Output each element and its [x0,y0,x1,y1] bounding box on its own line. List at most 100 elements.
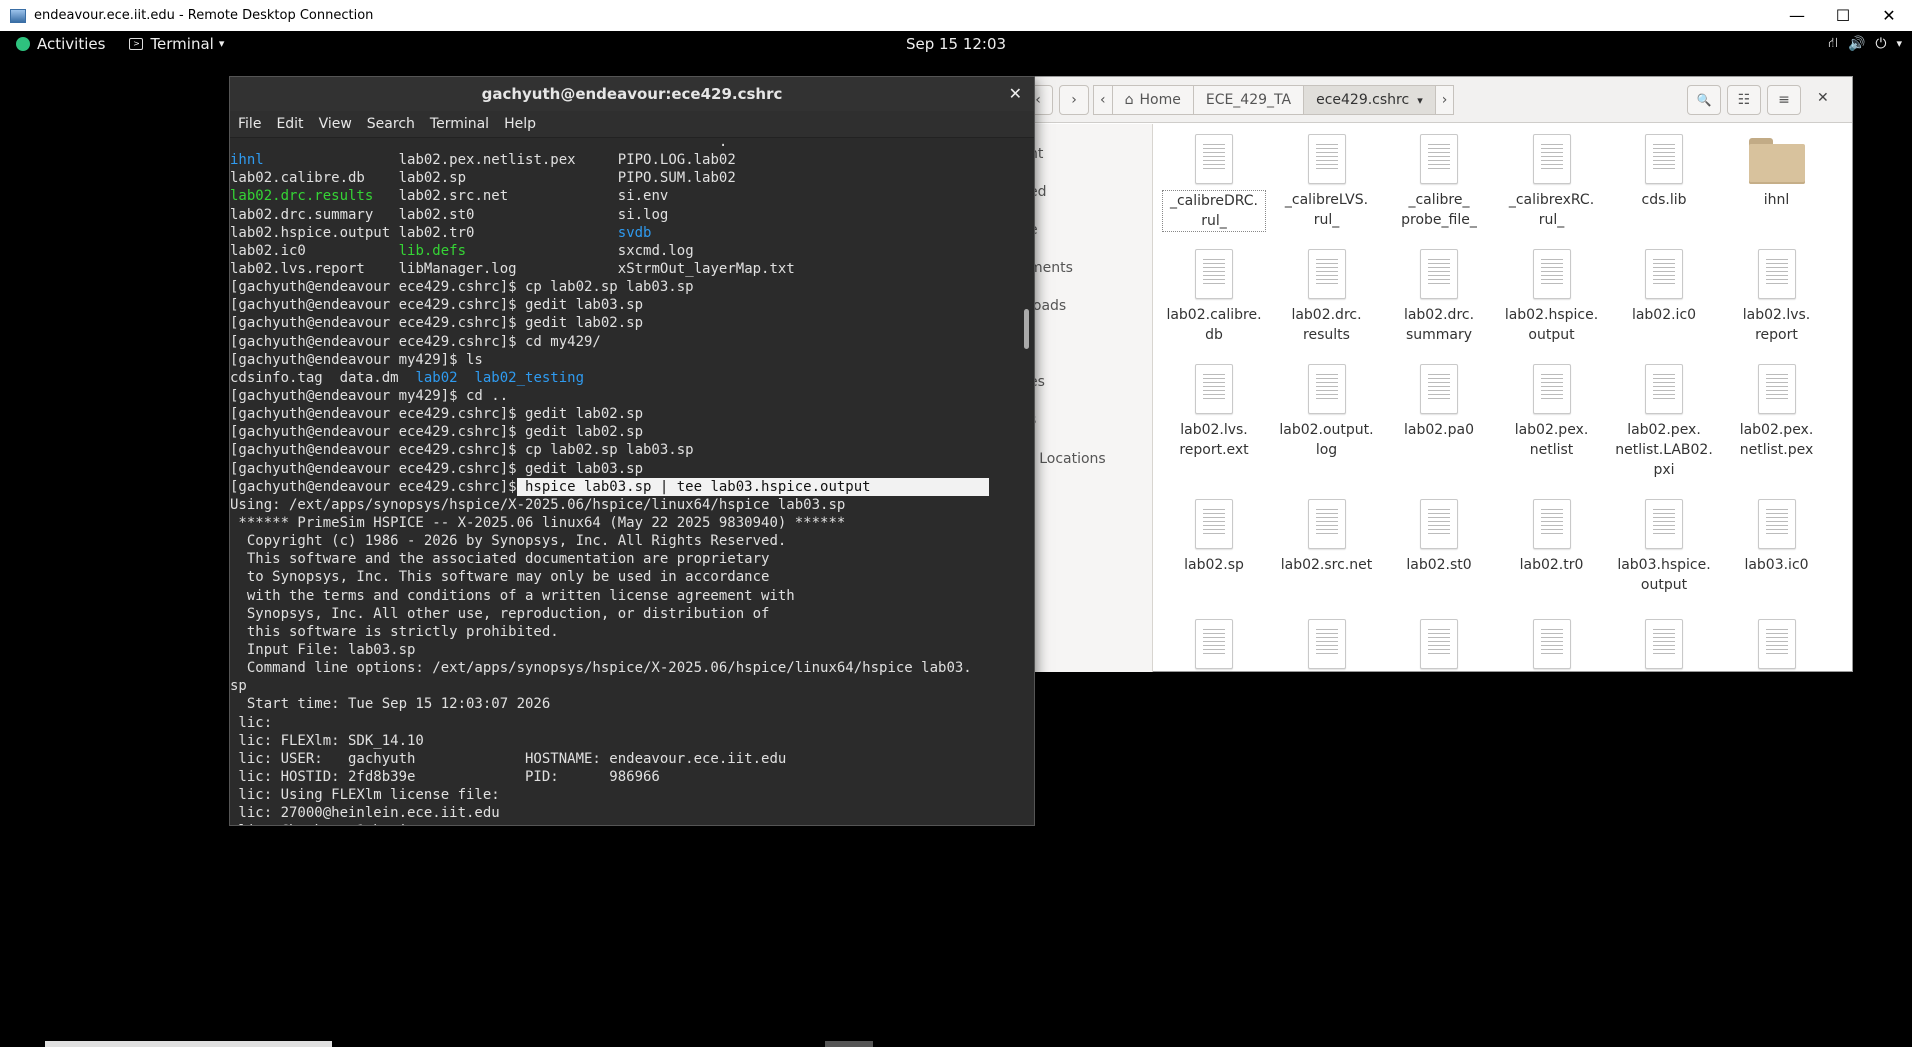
file-item[interactable]: lab02.output. log [1275,354,1379,460]
file-item[interactable]: lab02.pa0 [1387,354,1491,440]
crumb-ece-429-ta[interactable]: ECE_429_TA [1192,85,1305,115]
sidebar-item[interactable]: r Locations [1029,451,1106,467]
terminal-text: si.log [617,206,669,223]
terminal-line: [gachyuth@endeavour ece429.cshrc]$ gedit… [230,405,989,423]
terminal-menu-search[interactable]: Search [367,116,415,132]
file-item[interactable]: _calibrexRC. rul_ [1500,124,1604,230]
file-item[interactable] [1612,609,1716,672]
file-item[interactable]: _calibreDRC. rul_ [1162,124,1266,232]
file-item[interactable] [1500,609,1604,672]
file-item[interactable]: lab02.sp [1162,489,1266,575]
terminal-text: [gachyuth@endeavour ece429.cshrc]$ gedit… [230,315,644,332]
file-manager-headerbar: ‹ › ‹ ⌂ Home ECE_429_TA ece429.cshrc ▾ ›… [981,77,1852,123]
taskbar-item[interactable] [45,1041,332,1047]
file-item[interactable]: lab02.drc. results [1275,239,1379,345]
text-file-icon [1307,364,1346,414]
terminal-menu-terminal[interactable]: Terminal [430,116,489,132]
terminal-menu-view[interactable]: View [319,116,352,132]
hamburger-menu-icon: ≡ [1778,92,1790,108]
app-menu-label: Terminal [150,34,214,53]
terminal-text: ihnl [230,152,264,169]
file-item[interactable] [1725,609,1829,672]
file-name-label: lab02.calibre. db [1166,307,1262,343]
rdp-minimize-button[interactable]: — [1774,0,1820,31]
terminal-scrollbar[interactable] [1019,139,1034,825]
file-name-label: lab02.pex. netlist.pex [1739,422,1814,458]
file-item[interactable]: _calibre_ probe_file_ [1387,124,1491,230]
folder-item[interactable]: ihnl [1725,124,1829,210]
text-file-icon [1645,364,1683,414]
chevron-down-icon: ▾ [1896,37,1902,50]
file-item[interactable]: lab02.drc. summary [1387,239,1491,345]
menu-button[interactable]: ≡ [1767,85,1801,115]
file-item[interactable]: lab02.pex. netlist.pex [1725,354,1829,460]
terminal-menu-file[interactable]: File [238,116,261,132]
terminal-text: xStrmOut_layerMap.txt [617,260,795,277]
text-file-icon [1195,364,1233,414]
terminal-line: lic: HOSTID: 2fd8b39e PID: 986966 [230,768,989,786]
file-item[interactable]: _calibreLVS. rul_ [1275,124,1379,230]
terminal-line: with the terms and conditions of a writt… [230,587,989,605]
file-item[interactable]: lab02.src.net [1275,489,1379,575]
terminal-text: sp [230,678,247,695]
file-item[interactable]: lab02.calibre. db [1162,239,1266,345]
forward-button[interactable]: › [1059,85,1089,115]
volume-icon: 🔊 [1847,35,1866,52]
text-file-icon [1307,619,1346,669]
file-item[interactable] [1162,609,1266,672]
crumb-home[interactable]: ⌂ Home [1111,85,1194,115]
terminal-line: lic: USER: gachyuth HOSTNAME: endeavour.… [230,750,989,768]
file-item[interactable]: lab02.pex. netlist [1500,354,1604,460]
terminal-menu-help[interactable]: Help [504,116,536,132]
rdp-window-title: endeavour.ece.iit.edu - Remote Desktop C… [34,8,374,23]
file-item[interactable]: lab02.pex. netlist.LAB02. pxi [1612,354,1716,480]
file-item[interactable]: lab02.st0 [1387,489,1491,575]
file-item[interactable]: cds.lib [1612,124,1716,210]
crumb-current-folder[interactable]: ece429.cshrc ▾ [1303,85,1436,115]
file-name-label: cds.lib [1641,192,1687,208]
taskbar-item[interactable] [825,1041,873,1047]
terminal-text: lic: FLEXlm: SDK_14.10 [230,732,424,749]
terminal-text: lic: 27000@heinlein.ece.iit.edu [230,805,500,822]
file-item[interactable] [1275,609,1379,672]
terminal-text: lab02.st0 [398,206,475,223]
file-name-label: lab02.tr0 [1519,557,1584,573]
gnome-top-bar: Sep 15 12:03 Activities > Terminal ▾ ⛙ 🔊… [0,31,1912,56]
activities-label: Activities [37,34,106,53]
text-file-icon [1645,499,1683,549]
terminal-line: [gachyuth@endeavour ece429.cshrc]$ gedit… [230,314,989,332]
scrollbar-thumb[interactable] [1024,309,1029,349]
file-item[interactable]: lab03.ic0 [1725,489,1829,575]
terminal-text: lab02.ic0 [230,242,306,259]
rdp-close-button[interactable]: ✕ [1866,0,1912,31]
activities-button[interactable]: Activities [16,35,105,53]
terminal-line: cdsinfo.tag data.dm lab02 lab02_testing [230,369,989,387]
sidebar-item[interactable]: ments [1029,260,1073,276]
file-item[interactable]: lab02.tr0 [1500,489,1604,575]
terminal-text: lab02.drc.summary [230,206,374,223]
terminal-close-button[interactable]: ✕ [1009,84,1022,103]
terminal-output[interactable]: . ihnl lab02.pex.netlist.pex PIPO.LOG.lab02… [230,139,1021,825]
app-menu-button[interactable]: > Terminal ▾ [129,35,224,53]
file-item[interactable]: lab02.ic0 [1612,239,1716,325]
terminal-text: PIPO.SUM.lab02 [617,170,736,187]
clock[interactable]: Sep 15 12:03 [906,35,1006,53]
terminal-menu-edit[interactable]: Edit [276,116,303,132]
path-scroll-left-button[interactable]: ‹ [1093,85,1113,115]
terminal-text: sxcmd.log [617,242,694,259]
view-toggle-button[interactable]: ☷ [1727,85,1761,115]
file-manager-close-button[interactable]: ✕ [1817,90,1829,106]
file-item[interactable] [1387,609,1491,672]
file-item[interactable]: lab03.hspice. output [1612,489,1716,595]
search-button[interactable]: 🔍 [1687,85,1721,115]
terminal-app-icon: > [129,37,144,50]
file-name-label: lab02.pex. netlist [1514,422,1589,458]
path-scroll-right-button[interactable]: › [1434,85,1455,115]
rdp-maximize-button[interactable]: ☐ [1820,0,1866,31]
terminal-text: [gachyuth@endeavour ece429.cshrc]$ gedit… [230,460,644,477]
file-item[interactable]: lab02.hspice. output [1500,239,1604,345]
system-tray[interactable]: ⛙ 🔊 ⏻ ▾ [1828,35,1902,53]
terminal-text: [gachyuth@endeavour ece429.cshrc]$ gedit… [230,406,644,423]
file-item[interactable]: lab02.lvs. report.ext [1162,354,1266,460]
file-item[interactable]: lab02.lvs. report [1725,239,1829,345]
